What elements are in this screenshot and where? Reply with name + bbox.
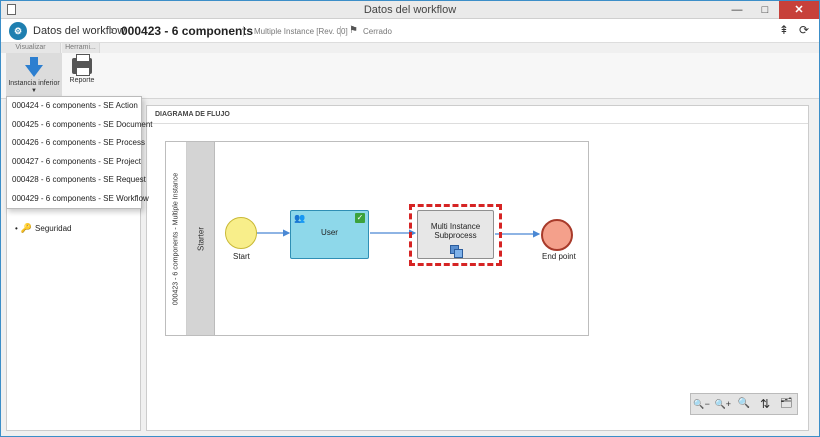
status-label: Cerrado xyxy=(363,27,392,36)
window-title: Datos del workflow xyxy=(363,4,457,16)
breadcrumb-separator-icon: › xyxy=(110,23,114,37)
minimize-button[interactable]: — xyxy=(723,1,751,19)
dropdown-item[interactable]: 000425 - 6 components - SE Document xyxy=(7,116,153,135)
workflow-code: 000423 - 6 components xyxy=(121,24,254,38)
file-icon xyxy=(7,4,16,15)
multi-instance-subprocess[interactable]: Multi Instance Subprocess xyxy=(417,210,494,259)
reporte-button[interactable]: Reporte xyxy=(65,53,99,97)
title-bar: Datos del workflow — □ ✕ xyxy=(1,1,819,19)
tab-visualizar[interactable]: Visualizar xyxy=(1,43,61,53)
zoom-in-icon[interactable]: 🔍+ xyxy=(714,395,732,413)
folder-icon[interactable]: 🗂 xyxy=(777,395,795,413)
instancia-inferior-label: Instancia inferior xyxy=(8,80,60,87)
reporte-label: Reporte xyxy=(69,77,95,84)
key-icon: 🔑 xyxy=(20,223,33,233)
instancia-inferior-button[interactable]: Instancia inferior ▼ xyxy=(6,53,62,97)
dropdown-item[interactable]: 000426 - 6 components - SE Process xyxy=(7,134,145,153)
printer-icon xyxy=(72,54,92,76)
start-event[interactable] xyxy=(225,217,257,249)
lane-label: Starter xyxy=(187,142,215,335)
dropdown-item[interactable]: 000429 - 6 components - SE Workflow xyxy=(7,190,149,209)
instancia-inferior-dropdown: 000424 - 6 components - SE Action 000425… xyxy=(6,96,153,209)
instance-info: Multiple Instance [Rev. 00] xyxy=(254,27,348,36)
end-event[interactable] xyxy=(541,219,573,251)
checkered-flag-icon: ⚑ xyxy=(349,25,358,36)
users-icon: 👥 xyxy=(294,213,306,223)
zoom-out-icon[interactable]: 🔍− xyxy=(693,395,711,413)
dropdown-item[interactable]: 000428 - 6 components - SE Request xyxy=(7,171,146,190)
app-logo-icon: ⚙ xyxy=(9,22,27,40)
zoom-toolbar: 🔍− 🔍+ 🔍 ⇅ 🗂 xyxy=(690,393,798,415)
refresh-icon[interactable]: ⟳ xyxy=(799,23,809,37)
dropdown-item[interactable]: 000427 - 6 components - SE Project xyxy=(7,153,141,172)
end-event-label: End point xyxy=(542,252,576,261)
tree-item-label: Seguridad xyxy=(35,224,72,233)
subprocess-label-line1: Multi Instance xyxy=(430,222,481,231)
collapse-icon[interactable]: ⇞ xyxy=(779,23,789,37)
zoom-fit-icon[interactable]: 🔍 xyxy=(735,395,753,413)
user-task[interactable]: 👥 ✓ User xyxy=(290,210,369,259)
divider: | xyxy=(339,25,342,37)
tree-item-seguridad[interactable]: • 🔑 Seguridad xyxy=(15,223,72,234)
pool-label: 000423 - 6 components - Multiple Instanc… xyxy=(166,142,187,335)
divider: | xyxy=(242,25,245,37)
dropdown-item[interactable]: 000424 - 6 components - SE Action xyxy=(7,97,141,116)
ribbon-tabs: Visualizar Herrami... xyxy=(1,43,819,53)
tree-bullet: • xyxy=(15,224,18,233)
hierarchy-icon[interactable]: ⇅ xyxy=(756,395,774,413)
user-task-label: User xyxy=(321,228,338,237)
chevron-down-icon: ▼ xyxy=(31,88,37,94)
check-icon: ✓ xyxy=(355,213,365,223)
subprocess-label-line2: Subprocess xyxy=(434,231,477,240)
maximize-button[interactable]: □ xyxy=(751,1,779,19)
workflow-window: Datos del workflow — □ ✕ ⚙ Datos del wor… xyxy=(0,0,820,437)
start-event-label: Start xyxy=(233,252,250,261)
arrow-down-icon xyxy=(30,57,38,65)
ribbon-toolbar: Instancia inferior ▼ Reporte xyxy=(1,53,819,99)
app-header: ⚙ Datos del workflow › 000423 - 6 compon… xyxy=(1,19,819,43)
diagram-section-title: DIAGRAMA DE FLUJO xyxy=(147,106,808,124)
tab-herramientas[interactable]: Herrami... xyxy=(62,43,100,53)
close-button[interactable]: ✕ xyxy=(779,1,819,19)
multi-instance-icon xyxy=(450,245,463,258)
